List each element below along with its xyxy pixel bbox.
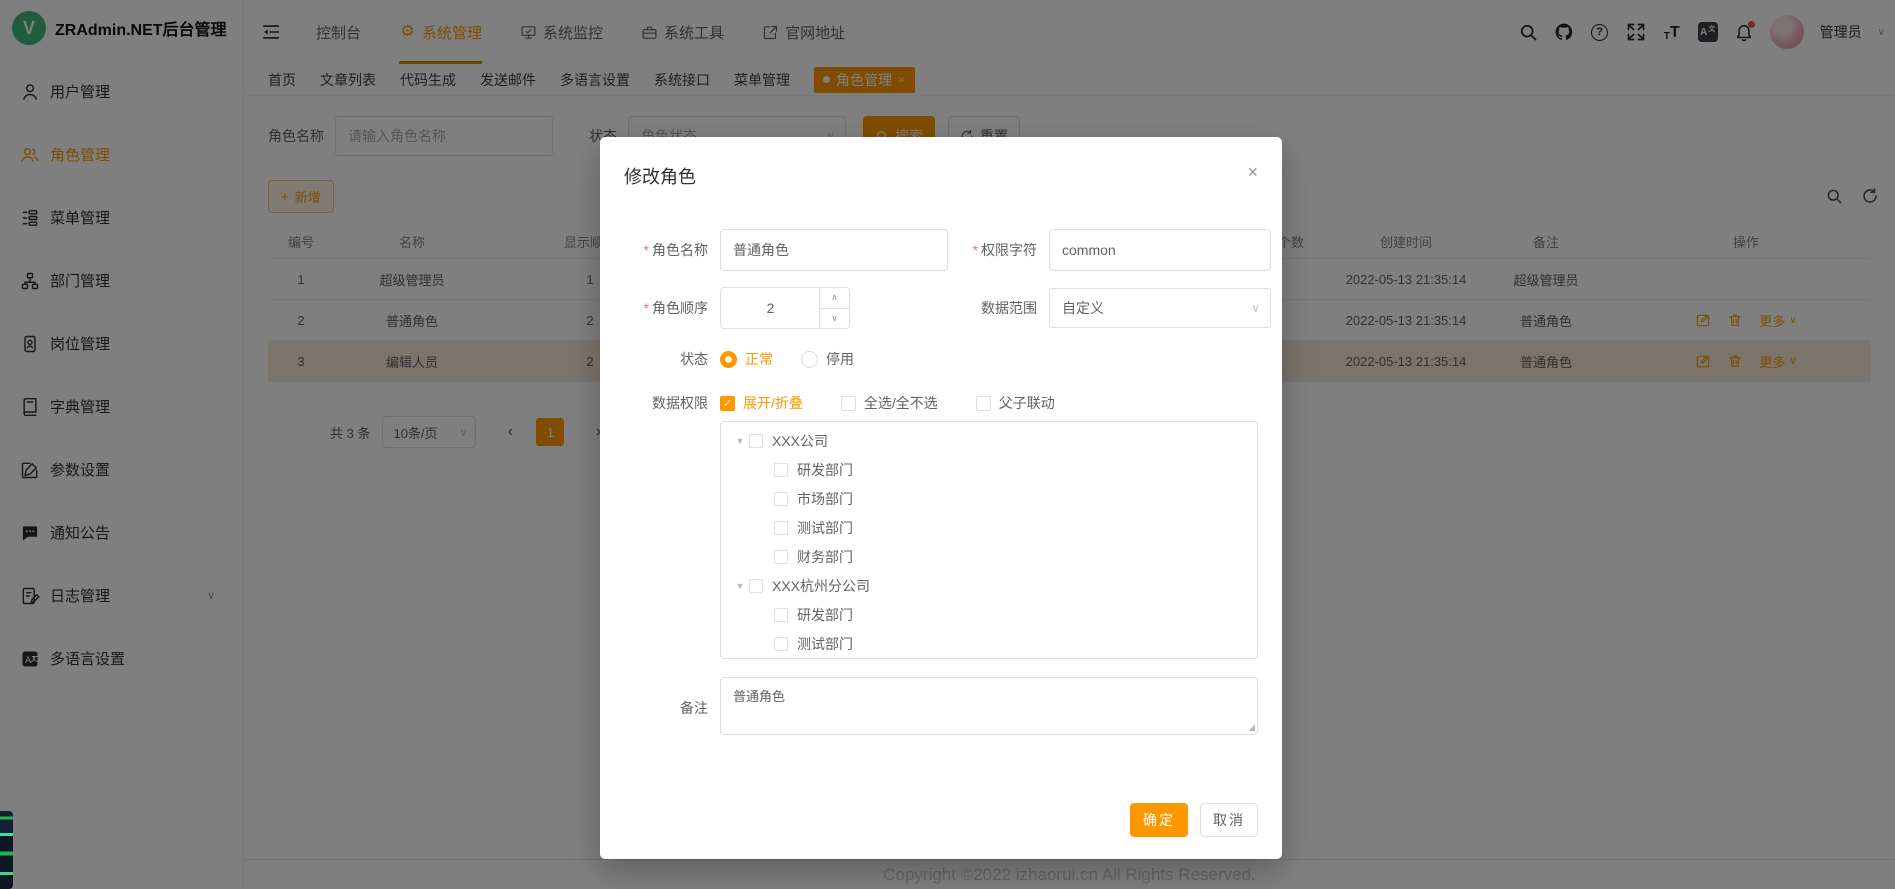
radio-label: 停用 [826, 349, 854, 369]
tree-node[interactable]: ▼ XXX杭州分公司 [721, 571, 1257, 600]
form-row: 数据权限 ✓ 展开/折叠 全选/全不选 父子联动 [624, 393, 1258, 413]
required-asterisk: * [973, 242, 978, 258]
caret-down-icon[interactable]: ▼ [733, 581, 747, 591]
data-scope-value: 自定义 [1062, 298, 1104, 318]
close-icon[interactable]: × [1247, 163, 1258, 181]
role-name-label: *角色名称 [624, 240, 720, 260]
remark-label: 备注 [624, 698, 720, 718]
tree-node-label[interactable]: XXX公司 [772, 431, 828, 451]
role-key-input[interactable] [1049, 229, 1271, 271]
select-all-checkbox[interactable]: 全选/全不选 [841, 393, 938, 413]
radio-selected-icon [720, 351, 737, 368]
tree-checkbox[interactable] [774, 608, 788, 622]
tree-checkbox[interactable] [774, 492, 788, 506]
corner-widget[interactable] [0, 811, 13, 889]
check-glyph: ✓ [723, 397, 732, 410]
form-row: 备注 普通角色 ◢ [624, 677, 1258, 738]
data-scope-select[interactable]: 自定义 ∨ [1049, 288, 1271, 328]
checkbox-unchecked-icon [841, 396, 856, 411]
required-asterisk: * [644, 242, 649, 258]
tree-checkbox[interactable] [774, 550, 788, 564]
required-asterisk: * [644, 300, 649, 316]
edit-role-dialog: 修改角色 × *角色名称 *权限字符 *角色顺序 2 [600, 137, 1282, 859]
tree-checkbox[interactable] [774, 637, 788, 651]
app-root: V ZRAdmin.NET后台管理 用户管理 角色管理 菜单管理 部门管理 [0, 0, 1895, 889]
role-name-input[interactable] [720, 229, 948, 271]
tree-node-label[interactable]: 财务部门 [797, 547, 853, 567]
checkbox-label: 展开/折叠 [743, 393, 803, 413]
role-form: *角色名称 *权限字符 *角色顺序 2 ∧ ∨ [624, 229, 1258, 738]
tree-node[interactable]: 研发部门 [721, 455, 1257, 484]
form-row: *角色顺序 2 ∧ ∨ 数据范围 自定义 ∨ [624, 287, 1258, 329]
remark-textarea[interactable]: 普通角色 [720, 677, 1258, 735]
dialog-footer: 确定 取消 [1130, 803, 1258, 837]
form-row: *角色名称 *权限字符 [624, 229, 1258, 271]
data-perm-label: 数据权限 [624, 393, 720, 413]
expand-collapse-checkbox[interactable]: ✓ 展开/折叠 [720, 393, 803, 413]
tree-node-label[interactable]: XXX杭州分公司 [772, 576, 870, 596]
tree-node[interactable]: 研发部门 [721, 600, 1257, 629]
tree-node-label[interactable]: 测试部门 [797, 634, 853, 654]
tree-node[interactable]: 财务部门 [721, 542, 1257, 571]
data-scope-label: 数据范围 [961, 298, 1049, 318]
checkbox-label: 全选/全不选 [864, 393, 938, 413]
dept-tree: ▼ XXX公司 研发部门 市场部门 测试部门 [720, 421, 1258, 659]
chevron-down-icon: ∨ [1251, 301, 1260, 315]
role-sort-value: 2 [721, 288, 820, 328]
tree-node[interactable]: ▼ XXX公司 [721, 426, 1257, 455]
caret-down-icon[interactable]: ▼ [733, 436, 747, 446]
tree-checkbox[interactable] [749, 579, 763, 593]
form-row: ▼ XXX公司 研发部门 市场部门 测试部门 [624, 421, 1258, 659]
dialog-title: 修改角色 [624, 163, 696, 189]
confirm-button[interactable]: 确定 [1130, 803, 1188, 837]
role-key-label: *权限字符 [961, 240, 1049, 260]
tree-node-label[interactable]: 研发部门 [797, 605, 853, 625]
form-row: 状态 正常 停用 [624, 349, 1258, 369]
tree-checkbox[interactable] [774, 463, 788, 477]
checkbox-label: 父子联动 [999, 393, 1055, 413]
role-sort-label: *角色顺序 [624, 298, 720, 318]
tree-checkbox[interactable] [749, 434, 763, 448]
role-sort-stepper[interactable]: 2 ∧ ∨ [720, 287, 850, 329]
tree-node[interactable]: 测试部门 [721, 513, 1257, 542]
decrease-button[interactable]: ∨ [820, 309, 849, 329]
checkbox-checked-icon: ✓ [720, 396, 735, 411]
tree-node[interactable]: 测试部门 [721, 629, 1257, 658]
stepper-buttons: ∧ ∨ [819, 288, 849, 328]
tree-node[interactable]: 市场部门 [721, 484, 1257, 513]
radio-unselected-icon [801, 351, 818, 368]
radio-label: 正常 [745, 349, 773, 369]
cancel-button[interactable]: 取消 [1200, 803, 1258, 837]
tree-node-label[interactable]: 测试部门 [797, 518, 853, 538]
status-label: 状态 [624, 349, 720, 369]
status-radio-disabled[interactable]: 停用 [801, 349, 854, 369]
parent-child-link-checkbox[interactable]: 父子联动 [976, 393, 1055, 413]
tree-checkbox[interactable] [774, 521, 788, 535]
dialog-header: 修改角色 × [624, 163, 1258, 189]
status-radio-normal[interactable]: 正常 [720, 349, 773, 369]
checkbox-unchecked-icon [976, 396, 991, 411]
tree-node-label[interactable]: 市场部门 [797, 489, 853, 509]
increase-button[interactable]: ∧ [820, 288, 849, 309]
tree-node-label[interactable]: 研发部门 [797, 460, 853, 480]
